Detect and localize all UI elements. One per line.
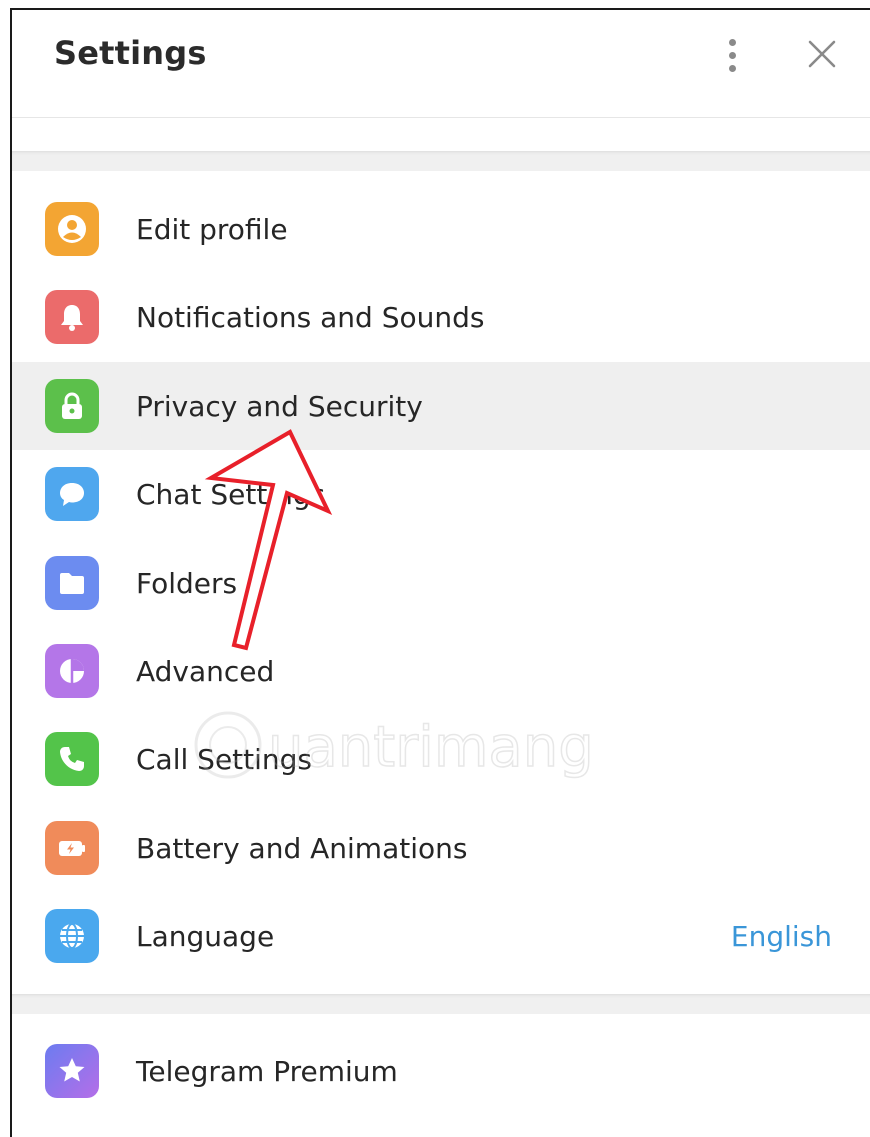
- menu-item-label: Telegram Premium: [136, 1055, 398, 1088]
- phone-icon: [45, 732, 99, 786]
- chat-bubble-icon: [45, 467, 99, 521]
- menu-item-folders[interactable]: Folders: [12, 539, 870, 627]
- globe-icon: [45, 909, 99, 963]
- menu-item-telegram-premium[interactable]: Telegram Premium: [12, 1027, 870, 1115]
- section-divider: [12, 151, 870, 171]
- menu-item-label: Language: [136, 920, 275, 953]
- menu-item-label: Privacy and Security: [136, 390, 423, 423]
- bell-icon: [45, 290, 99, 344]
- close-icon: [808, 40, 836, 68]
- svg-text:uantrimang: uantrimang: [268, 715, 590, 780]
- menu-item-label: Advanced: [136, 655, 275, 688]
- star-icon: [45, 1044, 99, 1098]
- close-button[interactable]: [802, 34, 842, 74]
- watermark-logo: uantrimang: [194, 711, 590, 781]
- menu-item-label: Battery and Animations: [136, 832, 468, 865]
- pie-chart-icon: [45, 644, 99, 698]
- section-divider: [12, 994, 870, 1014]
- lock-icon: [45, 379, 99, 433]
- more-options-button[interactable]: [715, 30, 749, 80]
- menu-item-label: Notifications and Sounds: [136, 301, 485, 334]
- menu-item-battery-animations[interactable]: Battery and Animations: [12, 804, 870, 892]
- menu-item-privacy-security[interactable]: Privacy and Security: [12, 362, 870, 450]
- menu-item-edit-profile[interactable]: Edit profile: [12, 185, 870, 273]
- settings-window: Settings Edit profile Notifications and …: [10, 8, 870, 1137]
- more-vertical-icon: [728, 38, 736, 46]
- menu-item-chat-settings[interactable]: Chat Settings: [12, 450, 870, 538]
- folder-icon: [45, 556, 99, 610]
- user-icon: [45, 202, 99, 256]
- menu-item-notifications[interactable]: Notifications and Sounds: [12, 273, 870, 361]
- language-value: English: [730, 920, 832, 953]
- menu-item-label: Edit profile: [136, 213, 288, 246]
- menu-item-language[interactable]: Language English: [12, 892, 870, 980]
- page-title: Settings: [54, 34, 207, 72]
- menu-item-label: Chat Settings: [136, 478, 326, 511]
- menu-item-label: Folders: [136, 567, 238, 600]
- battery-icon: [45, 821, 99, 875]
- settings-header: Settings: [12, 10, 870, 118]
